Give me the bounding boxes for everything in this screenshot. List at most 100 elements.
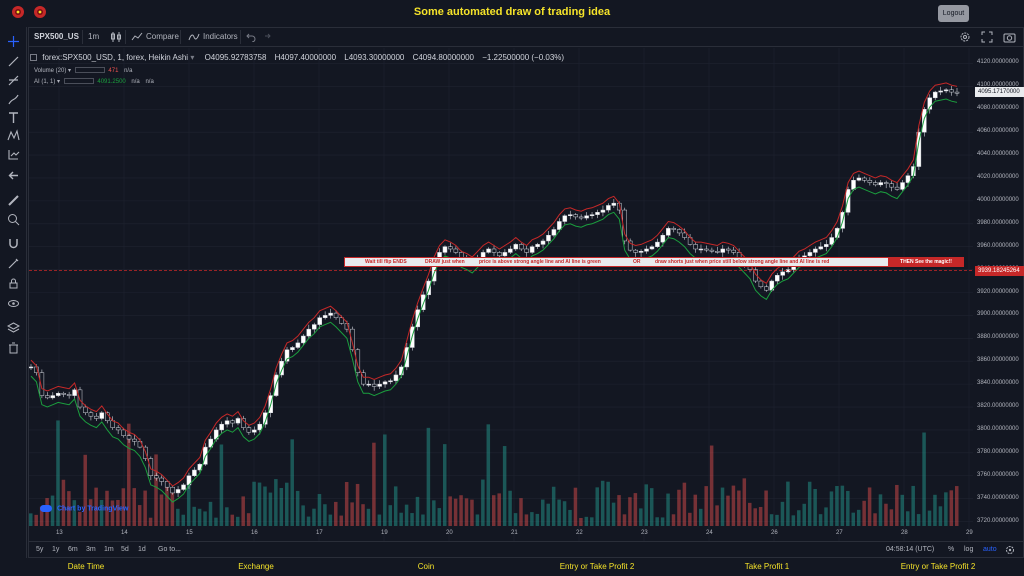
candle [709,249,715,252]
volume-bar [846,490,850,526]
candle [546,234,551,242]
layers-icon[interactable] [7,321,20,334]
chevron-down-icon[interactable]: ▾ [190,53,194,62]
clock[interactable]: 04:58:14 (UTC) [886,546,934,553]
ruler-icon[interactable] [7,194,20,207]
volume-bar [208,501,213,526]
indicators-icon[interactable] [188,32,200,42]
volume-bar [807,481,812,526]
redo-icon[interactable] [261,32,271,42]
forecast-icon[interactable] [7,148,20,161]
tradingview-watermark[interactable]: Chart by TradingView [40,505,128,512]
collapse-icon[interactable] [30,54,37,62]
series-title[interactable]: forex:SPX500_USD, 1, forex, Heikin Ashi [42,53,188,62]
time-axis-label: 23 [641,530,648,536]
magnet-icon[interactable] [7,237,20,250]
chevron-down-icon[interactable]: ▾ [57,79,60,85]
range-6m[interactable]: 6m [68,546,78,553]
volume-bar [927,510,932,526]
candle [448,246,453,250]
range-5y[interactable]: 5y [36,546,43,553]
trend-line-icon[interactable] [7,55,20,68]
price-chart[interactable] [29,48,973,541]
volume-bar [644,484,649,526]
range-3m[interactable]: 3m [86,546,96,553]
candle [715,251,720,253]
volume-bar [884,503,888,526]
lock-icon[interactable] [7,277,20,290]
range-1y[interactable]: 1y [52,546,59,553]
ohlc-low: L4093.30000000 [344,53,405,62]
volume-bar [481,479,485,526]
volume-bar [541,499,545,526]
volume-bar [655,517,659,526]
compare-button[interactable]: Compare [146,32,179,41]
goto-button[interactable]: Go to... [158,546,181,553]
logout-button[interactable]: Logout [938,5,969,22]
candle [55,393,61,396]
chevron-down-icon[interactable]: ▾ [68,68,71,74]
range-5d[interactable]: 5d [121,546,129,553]
undo-icon[interactable] [246,32,256,42]
volume-bar [595,487,599,526]
volume-bar [219,444,224,526]
fib-icon[interactable] [7,74,20,87]
volume-study-label[interactable]: Volume (20) [34,68,66,74]
volume-bar [949,490,954,526]
ai-study-label[interactable]: AI (1, 1) [34,79,55,85]
volume-bar [116,499,120,526]
stay-in-drawing-icon[interactable] [7,257,20,270]
volume-bar [851,512,856,526]
trash-icon[interactable] [7,341,20,354]
drawing-toolbar [0,27,27,558]
pattern-icon[interactable] [7,129,20,142]
volume-bars [29,420,959,526]
candle [540,240,546,245]
volume-bar [764,490,768,526]
volume-bar [791,515,796,526]
volume-bar [590,517,594,526]
fullscreen-icon[interactable] [981,31,993,43]
volume-bar [933,494,937,526]
eye-icon[interactable] [7,297,20,310]
volume-bar [61,479,66,526]
compare-icon[interactable] [131,32,143,42]
volume-bar [579,517,583,526]
log-toggle[interactable]: log [964,546,973,553]
watermark-text[interactable]: Chart by TradingView [57,505,128,512]
zoom-icon[interactable] [7,213,20,226]
candle [638,251,644,253]
volume-bar [214,517,218,526]
ohlc-change: −1.22500000 (−0.03%) [482,53,565,62]
study-controls-icon[interactable] [63,78,94,85]
auto-toggle[interactable]: auto [983,546,997,553]
range-1m[interactable]: 1m [104,546,114,553]
time-axis-label: 21 [511,530,518,536]
study-controls-icon[interactable] [74,67,105,74]
chart-header-toolbar: SPX500_US 1m Compare Indicators [28,27,1024,47]
volume-bar [726,495,730,526]
volume-bar [878,494,883,526]
candle [235,418,241,424]
volume-bar [698,508,703,526]
candle [894,186,900,190]
symbol-search[interactable]: SPX500_US [34,32,79,41]
arrow-left-icon[interactable] [7,169,20,182]
volume-bar [829,491,834,526]
crosshair-icon[interactable] [7,35,20,48]
range-1d[interactable]: 1d [138,546,146,553]
ohlc-open: O4095.92783758 [204,53,267,62]
text-icon[interactable] [7,111,20,124]
percent-toggle[interactable]: % [948,546,954,553]
interval-selector[interactable]: 1m [88,32,99,41]
candle [589,214,595,217]
volume-bar [88,499,93,526]
candle-style-icon[interactable] [110,31,122,43]
camera-icon[interactable] [1003,31,1016,43]
settings-icon[interactable] [1005,545,1015,555]
toolbar-divider [125,30,126,44]
indicators-button[interactable]: Indicators [203,32,238,41]
settings-icon[interactable] [959,31,971,43]
volume-bar [432,500,436,526]
brush-icon[interactable] [7,93,20,106]
